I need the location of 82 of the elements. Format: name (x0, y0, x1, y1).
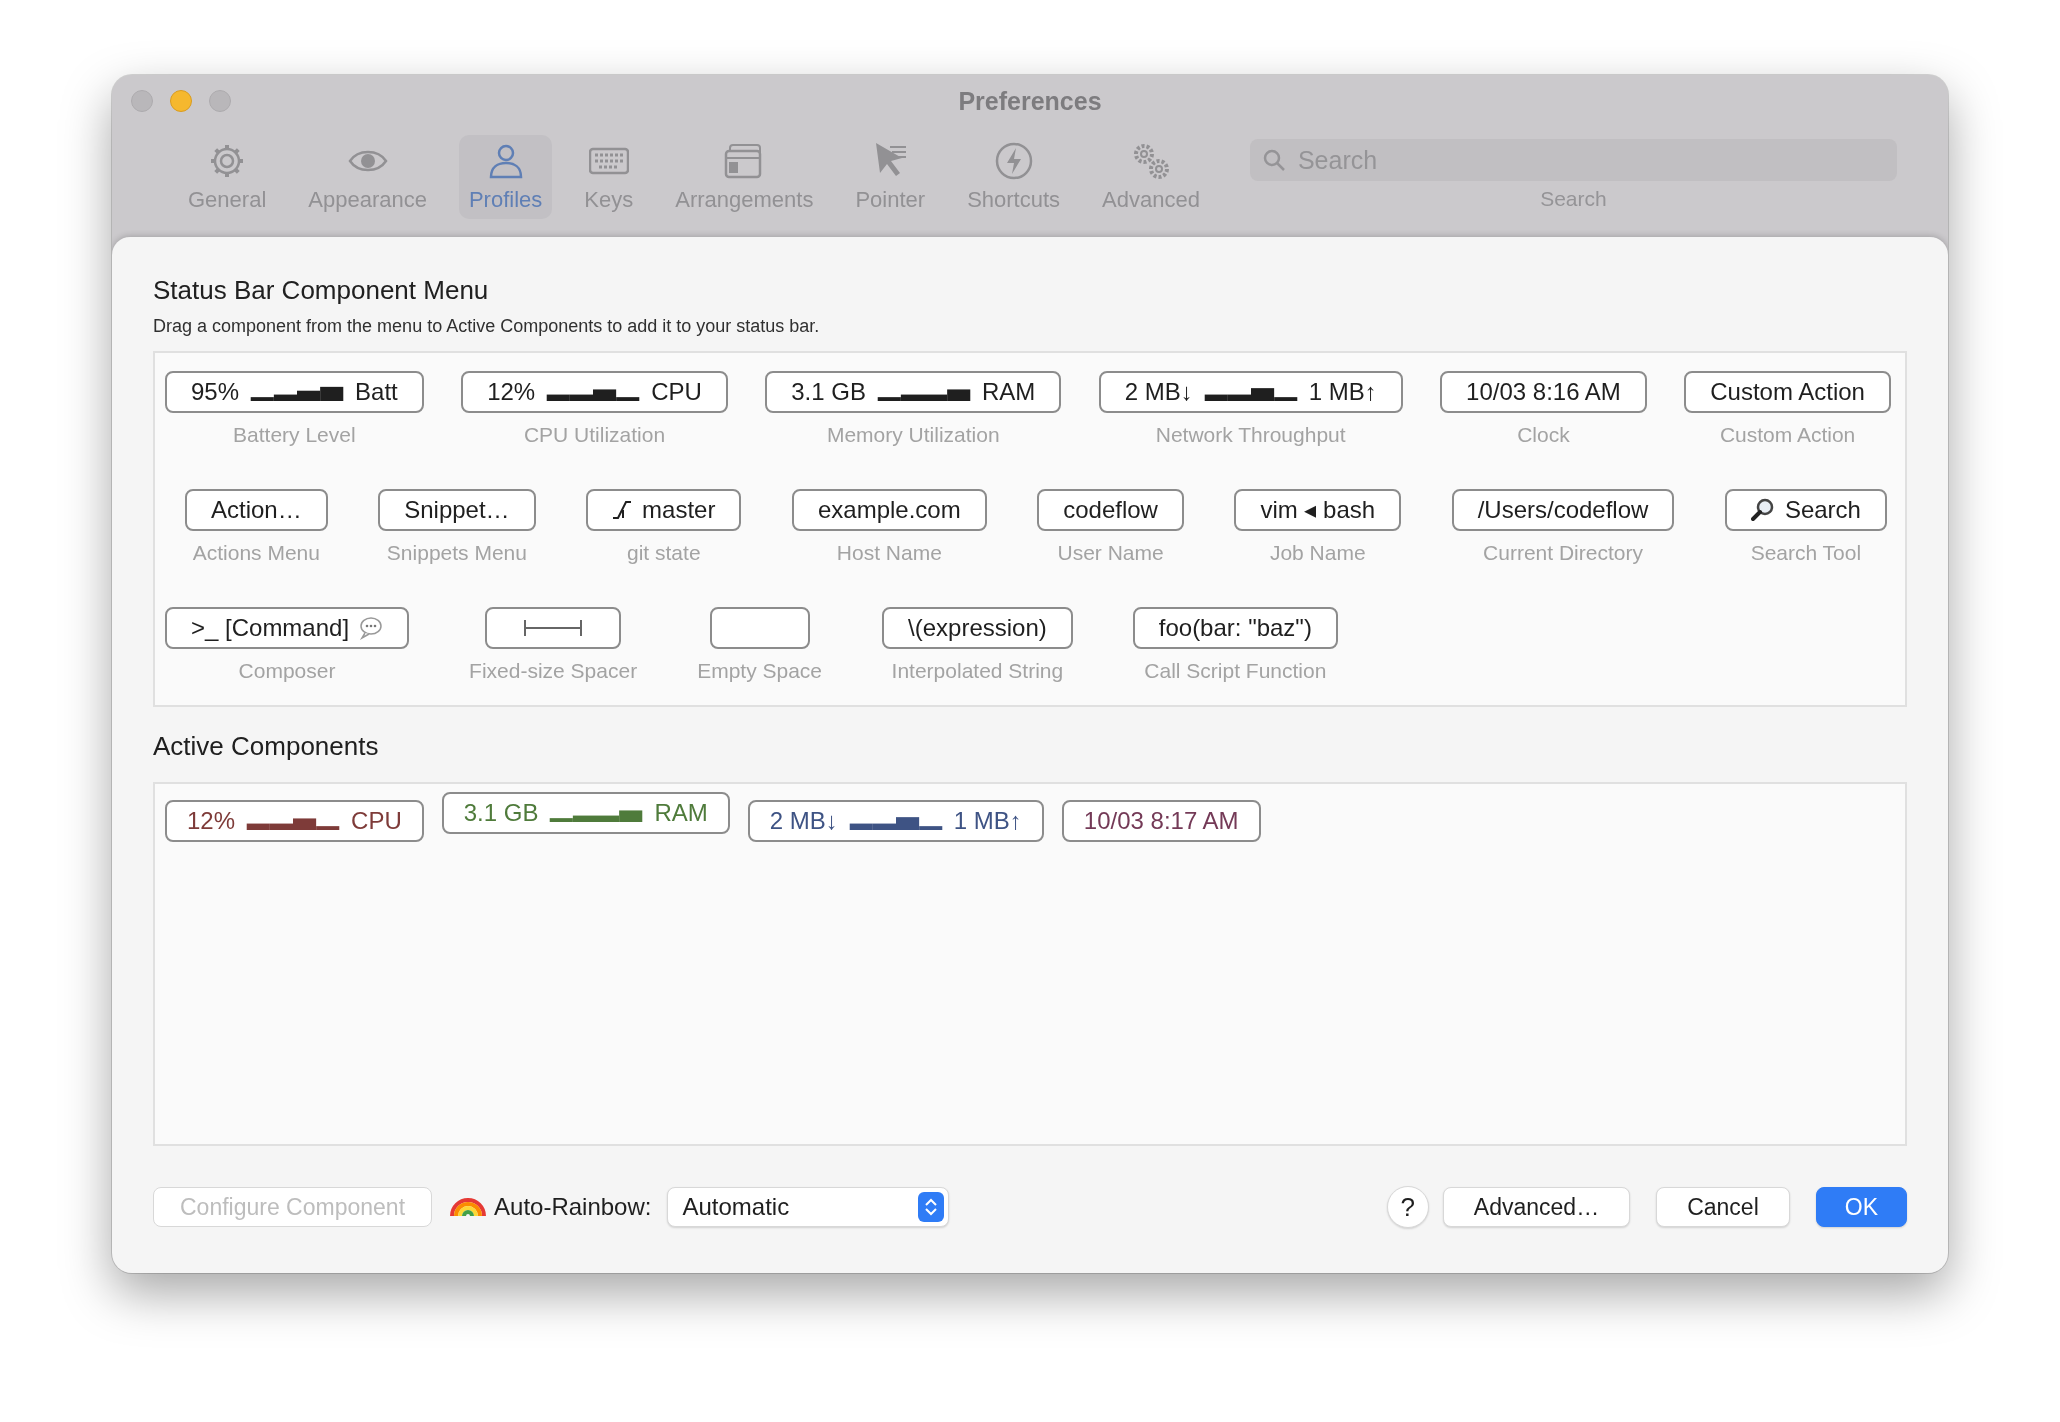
component-text: master (642, 496, 716, 524)
status-component[interactable] (709, 607, 810, 649)
component-label: Custom Action (1719, 423, 1856, 447)
dialog-button[interactable]: Cancel (1656, 1187, 1790, 1227)
status-component[interactable]: foo(bar: "baz") (1132, 607, 1338, 649)
popup-button[interactable]: Automatic (667, 1187, 950, 1227)
component-label: Fixed-size Spacer (469, 659, 638, 683)
status-component[interactable]: 3.1 GB RAM (765, 371, 1062, 413)
component-label: Battery Level (233, 423, 356, 447)
status-component[interactable]: /Users/codeflow (1451, 489, 1675, 531)
component-label: Search Tool (1750, 541, 1862, 565)
status-component[interactable]: 95% Batt (165, 371, 424, 413)
gears-icon (1131, 141, 1171, 181)
window-control[interactable] (131, 90, 153, 112)
component-label: Memory Utilization (826, 423, 1000, 447)
component-unit: CPU (351, 807, 402, 835)
component-label: Job Name (1269, 541, 1366, 565)
component-label: Network Throughput (1155, 423, 1346, 447)
status-component[interactable]: Search (1724, 489, 1887, 531)
component-text: >_ [Command] (191, 614, 350, 642)
status-component[interactable]: Action… (185, 489, 328, 531)
status-component[interactable]: \(expression) (882, 607, 1073, 649)
component-label: Clock (1517, 423, 1570, 447)
status-component[interactable]: 2 MB↓ 1 MB↑ (1098, 371, 1403, 413)
dialog-button[interactable]: Advanced… (1442, 1187, 1631, 1227)
component-label: Call Script Function (1144, 659, 1327, 683)
search-icon (1261, 148, 1286, 172)
component-label: Host Name (836, 541, 942, 565)
branch-icon (612, 500, 633, 520)
status-component[interactable]: example.com (791, 489, 987, 531)
component-label: Empty Space (697, 659, 823, 683)
status-component[interactable]: master (586, 489, 742, 531)
component-label: Composer (238, 659, 336, 683)
component-label: git state (627, 541, 701, 565)
auto-rainbow-label: Auto-Rainbow: (494, 1193, 652, 1221)
component-label: User Name (1057, 541, 1164, 565)
component-label: Snippets Menu (386, 541, 527, 565)
status-component[interactable]: 10/03 8:17 AM (1061, 800, 1261, 842)
component-value: 12% (187, 807, 236, 835)
rainbow-icon (450, 1198, 487, 1216)
component-label: Actions Menu (192, 541, 320, 565)
spacer-icon (523, 618, 584, 638)
status-component[interactable]: 12% CPU (461, 371, 728, 413)
window-control[interactable] (209, 90, 231, 112)
help-button[interactable]: ? (1386, 1186, 1429, 1228)
status-component[interactable]: >_ [Command] (165, 607, 410, 649)
magnifier-icon (1750, 498, 1775, 522)
component-value: 3.1 GB (463, 799, 539, 827)
status-component[interactable] (485, 607, 622, 649)
lightning-icon (993, 141, 1034, 181)
status-component[interactable]: Custom Action (1684, 371, 1891, 413)
component-unit: RAM (981, 378, 1036, 406)
speech-bubble-icon (359, 616, 384, 640)
section-title: Active Components (153, 731, 380, 762)
status-component[interactable]: codeflow (1037, 489, 1184, 531)
status-component[interactable]: 3.1 GB RAM (441, 792, 730, 834)
component-unit: RAM (654, 799, 708, 827)
component-value: 95% (191, 378, 240, 406)
component-unit: 1 MB↑ (953, 807, 1022, 835)
status-component[interactable]: 12% CPU (165, 800, 424, 842)
dialog-button[interactable]: OK (1815, 1187, 1907, 1227)
component-value: 3.1 GB (791, 378, 866, 406)
description-text: Drag a component from the menu to Active Components to add it to your status bar. (153, 316, 821, 337)
component-value: 2 MB↓ (769, 807, 838, 835)
component-value: 2 MB↓ (1124, 378, 1193, 406)
component-unit: Batt (355, 378, 398, 406)
status-component[interactable]: 2 MB↓ 1 MB↑ (747, 800, 1044, 842)
component-value: 12% (487, 378, 536, 406)
popup-value: Automatic (682, 1193, 790, 1221)
stepper-icon (923, 1198, 940, 1216)
window-control[interactable] (170, 90, 192, 112)
component-unit: 1 MB↑ (1308, 378, 1377, 406)
component-text: Search (1784, 496, 1861, 524)
component-unit: CPU (651, 378, 702, 406)
section-title: Status Bar Component Menu (153, 275, 490, 306)
status-component[interactable]: Snippet… (378, 489, 536, 531)
component-label: Current Directory (1483, 541, 1643, 565)
window-title: Preferences (958, 87, 1102, 116)
status-component[interactable]: vim ◂ bash (1234, 489, 1402, 531)
status-component[interactable]: 10/03 8:16 AM (1440, 371, 1647, 413)
component-label: CPU Utilization (523, 423, 666, 447)
component-label: Interpolated String (891, 659, 1064, 683)
